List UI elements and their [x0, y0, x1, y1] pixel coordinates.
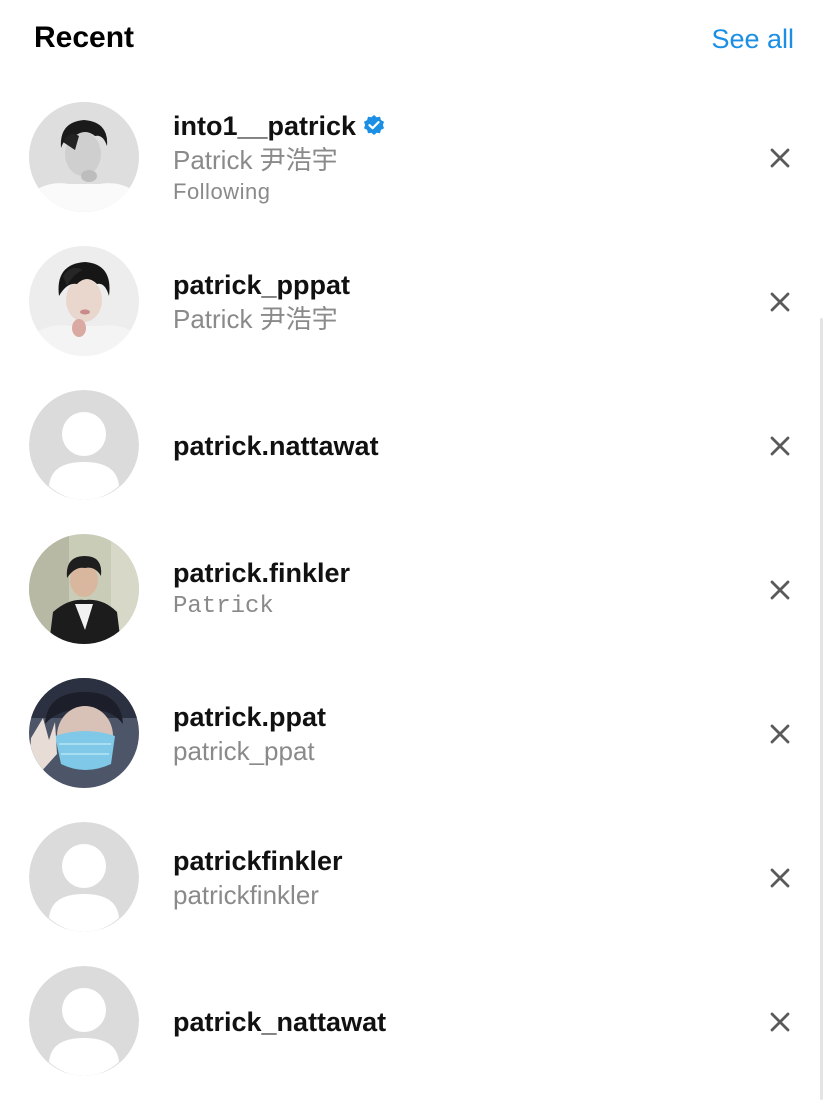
avatar[interactable] — [29, 246, 139, 356]
list-item[interactable]: into1__patrick Patrick 尹浩宇 Following — [0, 86, 827, 230]
avatar[interactable] — [29, 966, 139, 1076]
username-line: patrick.nattawat — [173, 429, 379, 463]
section-title: Recent — [34, 21, 135, 54]
remove-button[interactable] — [764, 142, 796, 174]
username: patrick_pppat — [173, 270, 351, 300]
recent-header: Recent See all — [0, 0, 827, 80]
remove-button[interactable] — [764, 862, 796, 894]
username: patrick.finkler — [173, 558, 351, 588]
username-line: patrick.finkler — [173, 556, 350, 590]
close-icon — [770, 868, 790, 888]
close-icon — [770, 148, 790, 168]
item-text: patrick.nattawat — [173, 374, 379, 518]
default-avatar-icon — [29, 390, 139, 500]
default-avatar-icon — [29, 822, 139, 932]
recent-searches-panel: Recent See all into1__patrick Patrick 尹浩… — [0, 0, 827, 1100]
list-item[interactable]: patrickfinkler patrickfinkler — [0, 806, 827, 950]
close-icon — [770, 292, 790, 312]
item-text: patrick.finkler Patrick — [173, 518, 350, 662]
username: patrickfinkler — [173, 846, 343, 876]
username-line: patrick.ppat — [173, 700, 326, 734]
item-text: into1__patrick Patrick 尹浩宇 Following — [173, 86, 386, 230]
username-line: patrick_nattawat — [173, 1005, 386, 1039]
item-text: patrick_pppat Patrick 尹浩宇 — [173, 230, 350, 374]
list-item[interactable]: patrick.ppat patrick_ppat — [0, 662, 827, 806]
list-item[interactable]: patrick_nattawat — [0, 950, 827, 1094]
avatar[interactable] — [29, 822, 139, 932]
username: patrick.ppat — [173, 702, 327, 732]
scrollbar[interactable] — [820, 318, 823, 1100]
full-name: Patrick — [173, 593, 274, 620]
avatar[interactable] — [29, 102, 139, 212]
username: patrick.nattawat — [173, 431, 379, 461]
full-name: Patrick 尹浩宇 — [173, 304, 338, 334]
remove-button[interactable] — [764, 574, 796, 606]
close-icon — [770, 724, 790, 744]
item-text: patrick_nattawat — [173, 950, 386, 1094]
item-text: patrickfinkler patrickfinkler — [173, 806, 343, 950]
close-icon — [770, 1012, 790, 1032]
full-name: Patrick 尹浩宇 — [173, 145, 338, 175]
following-status: Following — [173, 179, 271, 204]
avatar[interactable] — [29, 678, 139, 788]
full-name: patrick_ppat — [173, 736, 315, 766]
close-icon — [770, 580, 790, 600]
list-item[interactable]: patrick.nattawat — [0, 374, 827, 518]
close-icon — [770, 436, 790, 456]
username-line: patrick_pppat — [173, 268, 350, 302]
verified-badge-icon — [362, 114, 386, 138]
remove-button[interactable] — [764, 1006, 796, 1038]
see-all-link[interactable]: See all — [711, 22, 794, 56]
remove-button[interactable] — [764, 430, 796, 462]
default-avatar-icon — [29, 966, 139, 1076]
full-name: patrickfinkler — [173, 880, 319, 910]
remove-button[interactable] — [764, 718, 796, 750]
username: patrick_nattawat — [173, 1007, 387, 1037]
list-item[interactable]: patrick.finkler Patrick — [0, 518, 827, 662]
username-line: patrickfinkler — [173, 844, 343, 878]
item-text: patrick.ppat patrick_ppat — [173, 662, 326, 806]
username-line: into1__patrick — [173, 109, 386, 143]
list-item[interactable]: patrick_pppat Patrick 尹浩宇 — [0, 230, 827, 374]
avatar[interactable] — [29, 390, 139, 500]
recent-list: into1__patrick Patrick 尹浩宇 Following pat… — [0, 86, 827, 1094]
remove-button[interactable] — [764, 286, 796, 318]
avatar[interactable] — [29, 534, 139, 644]
username: into1__patrick — [173, 111, 357, 141]
